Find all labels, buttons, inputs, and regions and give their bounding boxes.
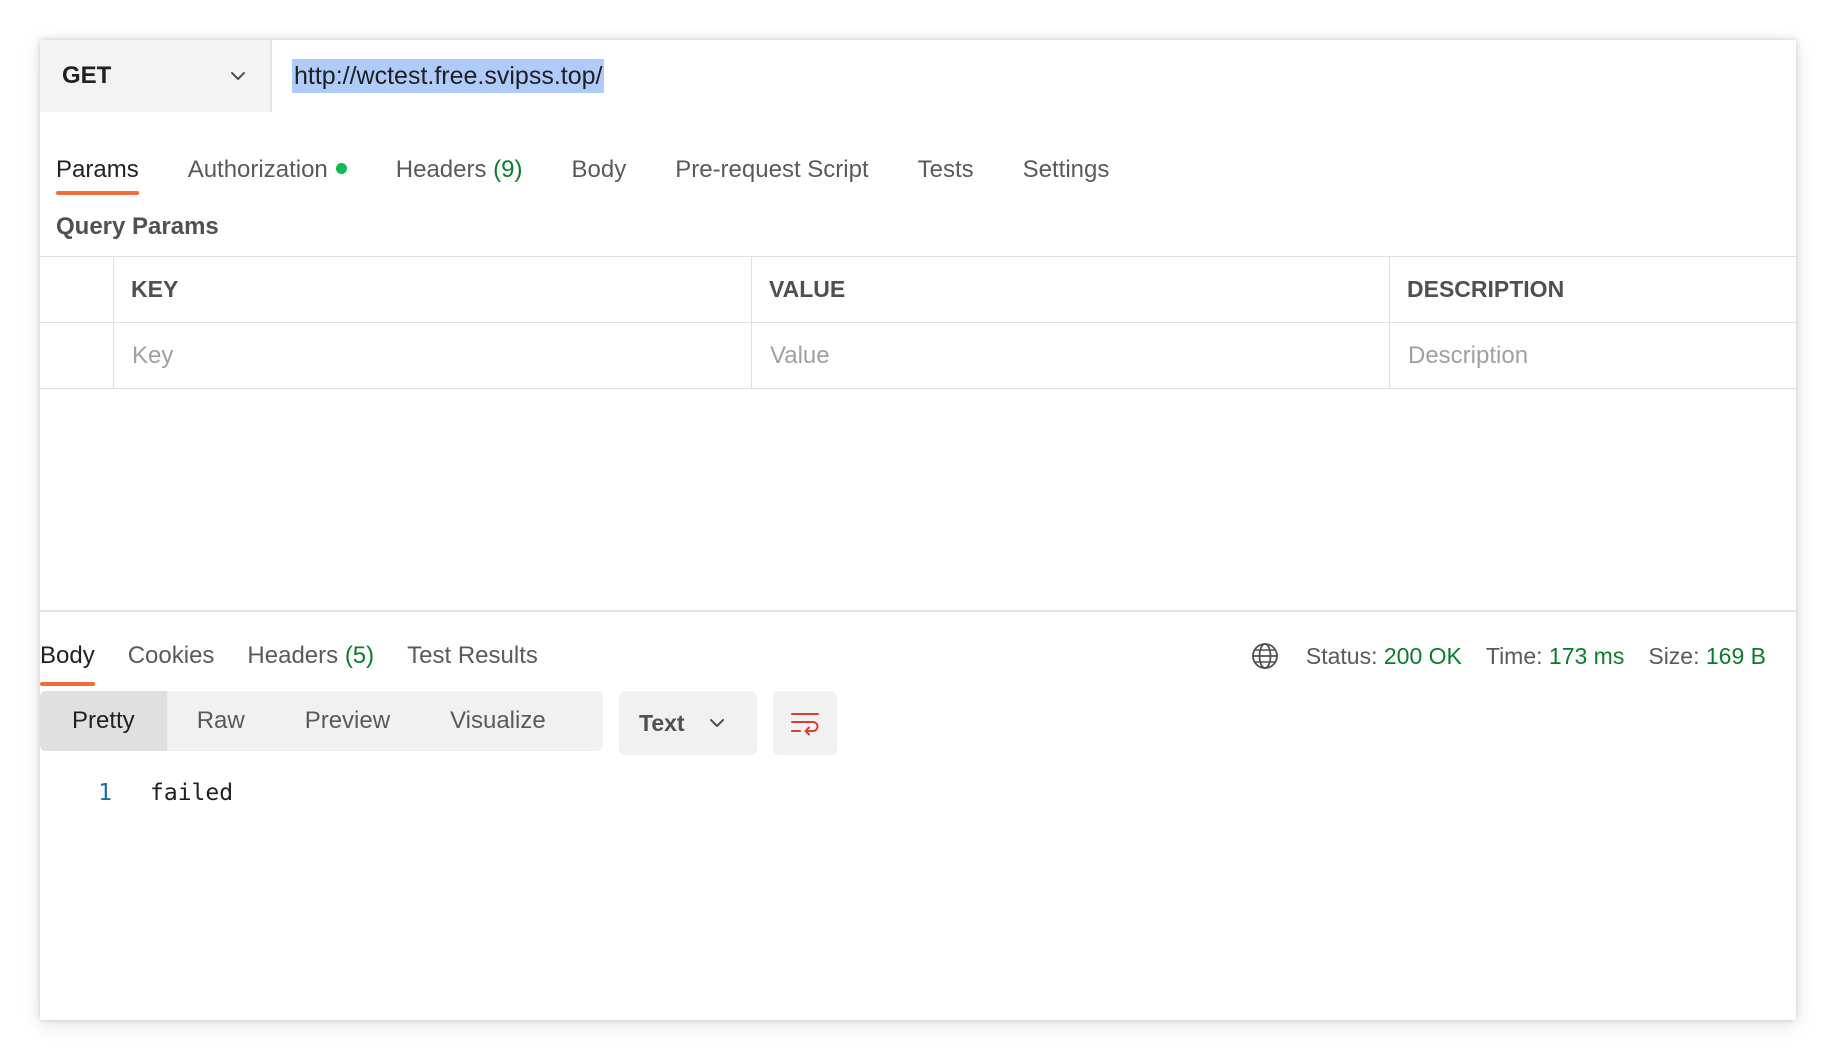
value-input[interactable]: Value <box>751 323 1389 388</box>
text-wrap-icon <box>791 713 819 736</box>
chevron-down-icon <box>709 719 724 727</box>
time-value: 173 ms <box>1548 642 1625 669</box>
description-placeholder: Description <box>1408 341 1529 369</box>
response-divider[interactable] <box>40 610 1796 612</box>
tab-headers[interactable]: Headers (9) <box>396 138 523 194</box>
format-segmented-control: Pretty Raw Preview Visualize <box>40 691 603 751</box>
response-meta: Status: 200 OK Time: 173 ms Size: 169 B <box>1250 630 1766 682</box>
globe-icon[interactable] <box>1250 641 1280 671</box>
header-label: VALUE <box>769 276 846 302</box>
size-readout[interactable]: Size: 169 B <box>1648 643 1766 670</box>
tab-label: Body <box>571 156 627 183</box>
tab-tests[interactable]: Tests <box>918 138 974 194</box>
status-value: 200 OK <box>1383 642 1462 669</box>
checkbox-column-header <box>40 257 113 322</box>
params-table: KEY VALUE DESCRIPTION Key Value Descript… <box>40 256 1796 389</box>
column-header-description: DESCRIPTION <box>1389 257 1796 322</box>
tab-settings[interactable]: Settings <box>1023 138 1110 194</box>
response-body-editor[interactable]: 1 failed <box>40 780 1796 806</box>
row-checkbox-cell <box>40 323 113 388</box>
url-text: http://wctest.free.svipss.top/ <box>292 59 605 93</box>
status-readout[interactable]: Status: 200 OK <box>1306 643 1462 670</box>
tab-count: (5) <box>344 642 375 669</box>
tab-label: Pre-request Script <box>675 156 869 183</box>
query-params-title: Query Params <box>56 213 219 240</box>
key-input[interactable]: Key <box>113 323 751 388</box>
tab-pre-request-script[interactable]: Pre-request Script <box>675 138 868 194</box>
method-label: GET <box>62 62 112 89</box>
tab-params[interactable]: Params <box>56 138 139 195</box>
tab-label: Headers <box>247 642 339 669</box>
header-label: DESCRIPTION <box>1407 276 1565 302</box>
format-preview-button[interactable]: Preview <box>275 691 420 751</box>
table-header-row: KEY VALUE DESCRIPTION <box>40 257 1796 323</box>
format-visualize-button[interactable]: Visualize <box>420 691 576 751</box>
header-label: KEY <box>131 276 179 302</box>
tab-label: Body <box>40 642 95 669</box>
tab-label: Settings <box>1022 156 1110 183</box>
method-select[interactable]: GET <box>40 40 272 112</box>
tab-count: (9) <box>493 156 523 183</box>
language-select[interactable]: Text <box>619 691 757 755</box>
tab-label: Tests <box>917 156 974 183</box>
size-label: Size: <box>1648 642 1700 669</box>
response-tab-headers[interactable]: Headers (5) <box>247 630 374 682</box>
status-label: Status: <box>1305 642 1378 669</box>
table-row: Key Value Description <box>40 323 1796 389</box>
format-pretty-button[interactable]: Pretty <box>40 691 167 751</box>
tab-label: Params <box>56 156 139 183</box>
response-tabs: Body Cookies Headers (5) Test Results <box>40 630 571 686</box>
time-readout[interactable]: Time: 173 ms <box>1486 643 1624 670</box>
language-label: Text <box>639 709 685 736</box>
value-placeholder: Value <box>770 341 830 369</box>
time-label: Time: <box>1485 642 1543 669</box>
chevron-down-icon <box>231 72 245 80</box>
postman-request-panel: GET http://wctest.free.svipss.top/ Param… <box>40 40 1796 1020</box>
response-tab-test-results[interactable]: Test Results <box>407 630 538 682</box>
tab-label: Headers <box>395 156 487 183</box>
url-bar: GET http://wctest.free.svipss.top/ <box>40 40 1796 112</box>
size-value: 169 B <box>1705 642 1766 669</box>
url-input[interactable]: http://wctest.free.svipss.top/ <box>272 40 1796 112</box>
code-line: failed <box>150 780 234 806</box>
tab-label: Cookies <box>127 642 215 669</box>
column-header-key: KEY <box>113 257 751 322</box>
tab-authorization[interactable]: Authorization <box>188 138 347 194</box>
column-header-value: VALUE <box>751 257 1389 322</box>
format-raw-button[interactable]: Raw <box>167 691 275 751</box>
description-input[interactable]: Description <box>1389 323 1796 388</box>
line-number: 1 <box>98 780 112 806</box>
status-dot-icon <box>335 163 347 175</box>
tab-label: Authorization <box>187 156 328 183</box>
tab-body[interactable]: Body <box>572 138 627 194</box>
response-tab-cookies[interactable]: Cookies <box>128 630 215 682</box>
tab-label: Test Results <box>407 642 538 669</box>
key-placeholder: Key <box>132 341 174 369</box>
request-tabs: Params Authorization Headers (9) Body Pr… <box>56 138 1158 195</box>
response-tab-body[interactable]: Body <box>40 630 95 686</box>
wrap-lines-button[interactable] <box>773 691 837 755</box>
